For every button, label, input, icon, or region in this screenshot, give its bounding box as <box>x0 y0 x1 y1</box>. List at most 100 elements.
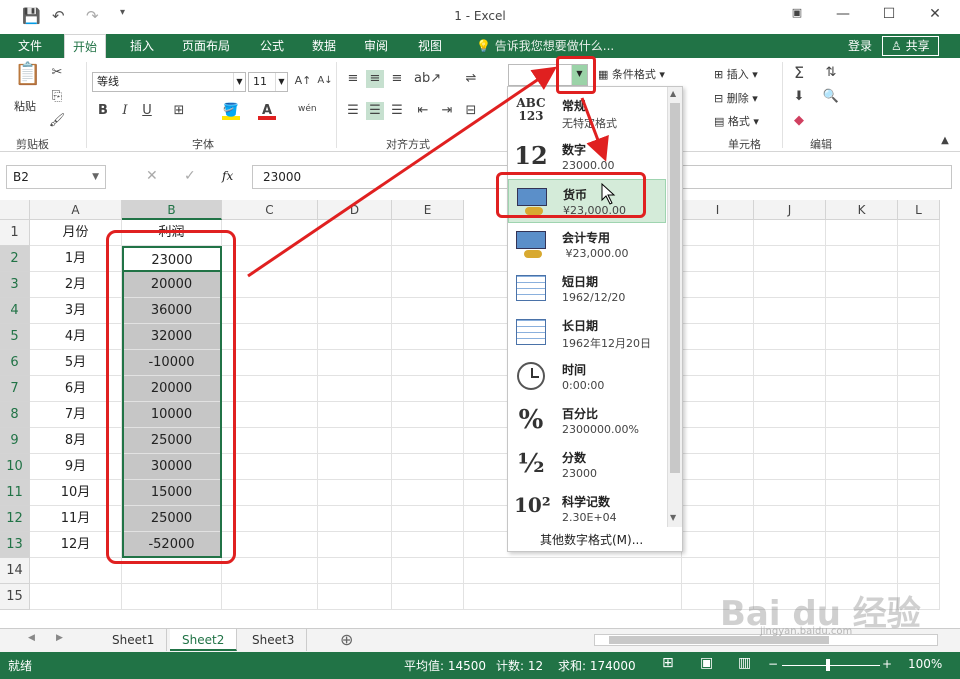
scroll-up-icon[interactable]: ▲ <box>670 89 676 98</box>
grid-cell[interactable] <box>392 298 464 324</box>
bold-button[interactable]: B <box>94 102 112 120</box>
row-header[interactable]: 1 <box>0 220 30 246</box>
sum-icon[interactable]: Σ <box>790 64 808 82</box>
grid-cell[interactable] <box>464 584 682 610</box>
scroll-right-icon[interactable]: ▶ <box>56 633 63 643</box>
grid-cell[interactable] <box>898 272 940 298</box>
row-header[interactable]: 13 <box>0 532 30 558</box>
scroll-thumb[interactable] <box>609 636 829 644</box>
grid-cell[interactable] <box>754 428 826 454</box>
collapse-ribbon-icon[interactable]: ▲ <box>936 132 954 150</box>
zoom-out-icon[interactable]: − <box>768 657 778 671</box>
grid-cell[interactable] <box>222 584 318 610</box>
grid-cell[interactable] <box>898 558 940 584</box>
insert-cells-button[interactable]: ⊞ 插入 ▾ <box>714 66 758 82</box>
row-header[interactable]: 14 <box>0 558 30 584</box>
wrap-text-icon[interactable]: ⇌ <box>462 70 480 88</box>
decrease-font-icon[interactable]: A↓ <box>316 72 334 90</box>
grid-cell[interactable] <box>222 506 318 532</box>
grid-cell[interactable] <box>222 558 318 584</box>
grid-cell[interactable] <box>898 324 940 350</box>
zoom-level[interactable]: 100% <box>908 657 942 671</box>
grid-cell[interactable] <box>682 246 754 272</box>
font-name-select[interactable]: 等线 ▼ <box>92 72 246 92</box>
grid-cell[interactable] <box>898 402 940 428</box>
grid-cell[interactable] <box>754 220 826 246</box>
format-item-long-date[interactable]: 长日期 1962年12月20日 <box>508 311 666 355</box>
grid-cell[interactable] <box>222 220 318 246</box>
format-item-fraction[interactable]: ½ 分数 23000 <box>508 443 666 487</box>
paste-icon[interactable]: 📋 <box>14 64 41 94</box>
column-header[interactable]: J <box>754 200 826 220</box>
grid-cell[interactable] <box>826 454 898 480</box>
grid-cell[interactable] <box>392 324 464 350</box>
format-item-scientific[interactable]: 10² 科学记数 2.30E+04 <box>508 487 666 531</box>
grid-cell[interactable] <box>392 584 464 610</box>
column-header[interactable]: D <box>318 200 392 220</box>
grid-cell[interactable] <box>682 272 754 298</box>
column-header[interactable]: C <box>222 200 318 220</box>
grid-cell[interactable] <box>318 402 392 428</box>
sheet-tab-sheet1[interactable]: Sheet1 <box>100 629 168 651</box>
scroll-left-icon[interactable]: ◀ <box>28 633 35 643</box>
grid-cell[interactable] <box>754 272 826 298</box>
grid-cell[interactable] <box>122 584 222 610</box>
grid-cell[interactable] <box>682 428 754 454</box>
row-header[interactable]: 2 <box>0 246 30 272</box>
column-header[interactable]: A <box>30 200 122 220</box>
tab-file[interactable]: 文件 <box>10 34 50 58</box>
orientation-icon[interactable]: ab↗ <box>414 70 441 88</box>
grid-cell[interactable] <box>222 454 318 480</box>
format-painter-icon[interactable]: 🖌 <box>48 112 66 130</box>
grid-cell[interactable] <box>222 402 318 428</box>
format-item-percent[interactable]: % 百分比 2300000.00% <box>508 399 666 443</box>
grid-cell[interactable] <box>826 480 898 506</box>
delete-cells-button[interactable]: ⊟ 删除 ▾ <box>714 90 758 106</box>
grid-cell[interactable] <box>898 506 940 532</box>
login-link[interactable]: 登录 <box>840 34 880 58</box>
row-header[interactable]: 11 <box>0 480 30 506</box>
page-break-view-icon[interactable]: ▥ <box>738 655 751 671</box>
border-icon[interactable]: ⊞ <box>170 102 188 120</box>
align-middle-icon[interactable]: ≡ <box>366 70 384 88</box>
grid-cell[interactable] <box>30 558 122 584</box>
grid-cell[interactable] <box>682 402 754 428</box>
enter-icon[interactable]: ✓ <box>184 168 196 184</box>
grid-cell[interactable] <box>898 376 940 402</box>
cut-icon[interactable]: ✂ <box>48 64 66 82</box>
grid-cell[interactable] <box>826 246 898 272</box>
grid-cell[interactable] <box>392 272 464 298</box>
grid-cell[interactable] <box>826 350 898 376</box>
paste-label[interactable]: 粘贴 <box>14 98 36 114</box>
italic-button[interactable]: I <box>116 102 134 120</box>
grid-cell[interactable] <box>222 272 318 298</box>
grid-cell[interactable] <box>754 506 826 532</box>
grid-cell[interactable] <box>682 376 754 402</box>
scroll-thumb[interactable] <box>670 103 680 473</box>
font-size-select[interactable]: 11 ▼ <box>248 72 288 92</box>
grid-cell[interactable] <box>826 428 898 454</box>
format-item-general[interactable]: ABC 123 常规 无特定格式 <box>508 91 666 135</box>
tab-home[interactable]: 开始 <box>64 34 107 59</box>
normal-view-icon[interactable]: ⊞ <box>662 655 674 671</box>
maximize-icon[interactable]: ☐ <box>874 6 904 26</box>
close-icon[interactable]: ✕ <box>920 6 950 26</box>
format-cells-button[interactable]: ▤ 格式 ▾ <box>714 113 759 129</box>
zoom-in-icon[interactable]: + <box>882 657 892 671</box>
grid-cell[interactable] <box>318 532 392 558</box>
page-layout-view-icon[interactable]: ▣ <box>700 655 713 671</box>
row-header[interactable]: 3 <box>0 272 30 298</box>
tab-view[interactable]: 视图 <box>410 34 450 58</box>
align-left-icon[interactable]: ☰ <box>344 102 362 120</box>
grid-cell[interactable] <box>826 220 898 246</box>
column-header[interactable]: E <box>392 200 464 220</box>
grid-cell[interactable] <box>318 246 392 272</box>
grid-cell[interactable] <box>222 350 318 376</box>
grid-cell[interactable] <box>682 350 754 376</box>
grid-cell[interactable] <box>754 298 826 324</box>
grid-cell[interactable] <box>754 376 826 402</box>
grid-cell[interactable] <box>826 532 898 558</box>
grid-cell[interactable] <box>318 454 392 480</box>
grid-cell[interactable] <box>826 402 898 428</box>
underline-button[interactable]: U <box>138 102 156 120</box>
